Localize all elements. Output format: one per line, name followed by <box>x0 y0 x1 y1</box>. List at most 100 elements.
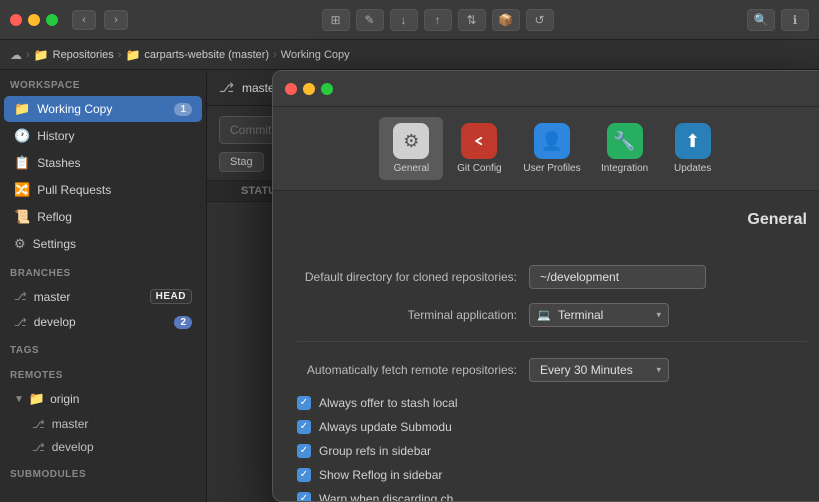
sidebar-item-pull-requests-label: Pull Requests <box>37 183 111 197</box>
forward-button[interactable]: › <box>104 10 128 30</box>
history-icon: 🕐 <box>14 128 30 144</box>
git-config-tab-label: Git Config <box>457 163 501 174</box>
remote-branch-icon-master: ⎇ <box>32 418 45 431</box>
checkbox-submodule-label: Always update Submodu <box>319 420 452 434</box>
sidebar-item-stashes[interactable]: 📋 Stashes <box>4 150 202 176</box>
working-copy-breadcrumb[interactable]: Working Copy <box>281 49 350 61</box>
sidebar-item-working-copy-label: Working Copy <box>37 102 112 116</box>
toolbar-icons: ⊞ ✎ ↓ ↑ ⇅ 📦 ↺ <box>322 9 554 31</box>
pref-divider <box>297 341 807 342</box>
tab-user-profiles[interactable]: 👤 User Profiles <box>515 117 588 180</box>
settings-icon: ⚙ <box>14 236 26 252</box>
stage-icon-btn[interactable]: ⊞ <box>322 9 350 31</box>
head-badge: HEAD <box>150 289 192 304</box>
sidebar-item-reflog[interactable]: 📜 Reflog <box>4 204 202 230</box>
package-icon-btn[interactable]: 📦 <box>492 9 520 31</box>
refresh-icon-btn[interactable]: ↺ <box>526 9 554 31</box>
repo-icon: 📁 <box>34 48 49 62</box>
breadcrumb-sep3: › <box>273 49 277 61</box>
titlebar: ‹ › ⊞ ✎ ↓ ↑ ⇅ 📦 ↺ 🔍 ℹ <box>0 0 819 40</box>
remotes-label: Remotes <box>0 360 206 385</box>
tags-label: Tags <box>0 335 206 360</box>
sidebar-item-master[interactable]: ⎇ master HEAD <box>4 284 202 309</box>
workspace-label: Workspace <box>0 70 206 95</box>
sidebar-item-working-copy[interactable]: 📁 Working Copy 1 <box>4 96 202 122</box>
origin-label: origin <box>50 392 79 406</box>
search-icon-btn[interactable]: 🔍 <box>747 9 775 31</box>
pref-row-fetch: Automatically fetch remote repositories:… <box>297 358 807 382</box>
minimize-button[interactable] <box>28 14 40 26</box>
pref-section-title: General <box>747 211 807 229</box>
checkbox-stash[interactable]: ✓ <box>297 396 311 410</box>
fetch-select[interactable]: Every 30 Minutes <box>529 358 669 382</box>
terminal-label: Terminal application: <box>297 308 517 322</box>
checkbox-warn-discard[interactable]: ✓ <box>297 492 311 501</box>
sidebar-remote-develop[interactable]: ⎇ develop <box>4 436 202 458</box>
stage-button[interactable]: Stag <box>219 152 264 172</box>
branches-label: Branches <box>0 258 206 283</box>
checkbox-row-4: ✓ Warn when discarding ch <box>297 492 807 501</box>
tab-git-config[interactable]: Git Config <box>447 117 511 180</box>
branch-icon-develop: ⎇ <box>14 316 27 329</box>
info-icon-btn[interactable]: ℹ <box>781 9 809 31</box>
back-button[interactable]: ‹ <box>72 10 96 30</box>
sidebar-item-develop[interactable]: ⎇ develop 2 <box>4 310 202 334</box>
close-button[interactable] <box>10 14 22 26</box>
sidebar-remote-master[interactable]: ⎇ master <box>4 413 202 435</box>
check-col-header <box>217 185 241 197</box>
sidebar-item-history[interactable]: 🕐 History <box>4 123 202 149</box>
cloud-icon: ☁ <box>10 48 22 62</box>
remotes-origin[interactable]: ▼ 📁 origin <box>4 386 202 412</box>
pull-icon-btn[interactable]: ↓ <box>390 9 418 31</box>
checkbox-submodule[interactable]: ✓ <box>297 420 311 434</box>
fullscreen-button[interactable] <box>46 14 58 26</box>
sidebar-item-history-label: History <box>37 129 74 143</box>
reflog-icon: 📜 <box>14 209 30 225</box>
sidebar-item-pull-requests[interactable]: 🔀 Pull Requests <box>4 177 202 203</box>
push-icon-btn[interactable]: ↑ <box>424 9 452 31</box>
checkbox-stash-label: Always offer to stash local <box>319 396 458 410</box>
directory-input[interactable] <box>529 265 706 289</box>
pref-titlebar <box>273 71 819 107</box>
working-copy-icon: 📁 <box>14 101 30 117</box>
breadcrumb: ☁ › 📁 Repositories › 📁 carparts-website … <box>0 40 819 70</box>
terminal-select-wrap: 💻 Terminal ▾ <box>529 303 669 327</box>
traffic-lights <box>10 14 58 26</box>
sidebar-item-settings[interactable]: ⚙ Settings <box>4 231 202 257</box>
branch-icon: ⎇ <box>219 80 234 96</box>
breadcrumb-sep2: › <box>118 49 122 61</box>
repositories-link[interactable]: Repositories <box>53 49 114 61</box>
develop-branch-label: develop <box>34 315 76 329</box>
remote-develop-label: develop <box>52 440 94 454</box>
pref-checkboxes: ✓ Always offer to stash local ✓ Always u… <box>297 396 807 501</box>
general-tab-icon: ⚙ <box>393 123 429 159</box>
remote-master-label: master <box>52 417 89 431</box>
updates-tab-icon: ⬆ <box>675 123 711 159</box>
edit-icon-btn[interactable]: ✎ <box>356 9 384 31</box>
folder-icon: 📁 <box>125 48 140 62</box>
breadcrumb-sep1: › <box>26 49 30 61</box>
user-profiles-tab-label: User Profiles <box>523 163 580 174</box>
checkbox-row-1: ✓ Always update Submodu <box>297 420 807 434</box>
user-profiles-tab-icon: 👤 <box>534 123 570 159</box>
terminal-prefix-icon: 💻 <box>537 309 551 322</box>
pref-minimize-button[interactable] <box>303 83 315 95</box>
develop-badge: 2 <box>174 316 192 329</box>
pref-row-directory: Default directory for cloned repositorie… <box>297 265 807 289</box>
checkbox-show-reflog[interactable]: ✓ <box>297 468 311 482</box>
updates-tab-label: Updates <box>674 163 711 174</box>
tab-general[interactable]: ⚙ General <box>379 117 443 180</box>
pref-row-terminal: Terminal application: 💻 Terminal ▾ <box>297 303 807 327</box>
pref-fullscreen-button[interactable] <box>321 83 333 95</box>
tab-integration[interactable]: 🔧 Integration <box>593 117 657 180</box>
fetch-control: Every 30 Minutes ▾ <box>529 358 669 382</box>
repo-name-link[interactable]: carparts-website (master) <box>144 49 269 61</box>
checkbox-row-3: ✓ Show Reflog in sidebar <box>297 468 807 482</box>
checkbox-group-refs[interactable]: ✓ <box>297 444 311 458</box>
merge-icon-btn[interactable]: ⇅ <box>458 9 486 31</box>
checkbox-row-2: ✓ Group refs in sidebar <box>297 444 807 458</box>
pref-close-button[interactable] <box>285 83 297 95</box>
sidebar-item-settings-label: Settings <box>33 237 76 251</box>
checkbox-stash-check: ✓ <box>300 398 308 408</box>
tab-updates[interactable]: ⬆ Updates <box>661 117 725 180</box>
